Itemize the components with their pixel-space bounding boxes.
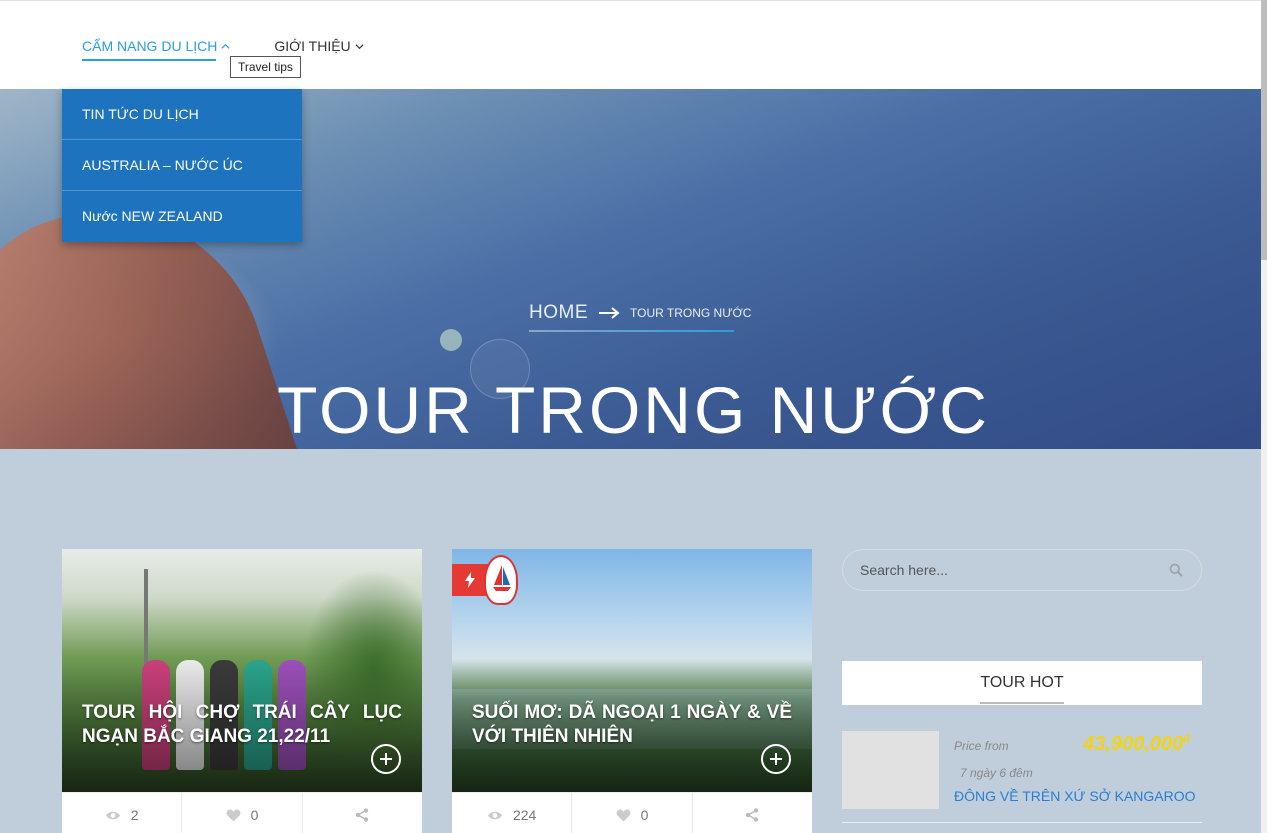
eye-icon	[487, 811, 502, 819]
scrollbar[interactable]	[1261, 0, 1267, 833]
tour-card-image[interactable]: TOUR HỘI CHỢ TRÁI CÂY LỤC NGẠN BẮC GIANG…	[62, 549, 422, 792]
hot-tour-name-link[interactable]: ĐÔNG VỀ TRÊN XỨ SỞ KANGAROO	[954, 788, 1196, 804]
tour-card-image[interactable]: SUỐI MƠ: DÃ NGOẠI 1 NGÀY & VỀ VỚI THIÊN …	[452, 549, 812, 792]
agency-logo	[484, 555, 518, 605]
sailboat-icon	[493, 565, 511, 591]
tour-card-stats: 224 0	[452, 792, 812, 833]
views-stat: 224	[452, 793, 573, 833]
site-header: CẨM NANG DU LỊCH GIỚI THIỆU Travel tips	[0, 0, 1267, 89]
tour-hot-widget-header: TOUR HOT	[842, 661, 1202, 705]
nav-item-label: GIỚI THIỆU	[274, 38, 351, 54]
nav-item-label: CẨM NANG DU LỊCH	[82, 38, 218, 54]
nav-tooltip: Travel tips	[230, 56, 301, 78]
price-amount: 43,900,000	[1083, 733, 1184, 755]
likes-count: 0	[250, 807, 259, 823]
nav-dropdown-menu: TIN TỨC DU LỊCH AUSTRALIA – NƯỚC ÚC Nước…	[62, 89, 302, 242]
dropdown-item-australia[interactable]: AUSTRALIA – NƯỚC ÚC	[62, 140, 302, 191]
likes-stat[interactable]: 0	[572, 793, 693, 833]
main-nav: CẨM NANG DU LỊCH GIỚI THIỆU	[82, 31, 364, 61]
breadcrumb: HOME TOUR TRONG NƯỚC	[529, 302, 751, 332]
plus-circle-icon[interactable]	[371, 744, 401, 774]
price-label: Price from	[954, 739, 1009, 753]
share-button[interactable]	[693, 793, 812, 833]
tour-hot-title: TOUR HOT	[980, 661, 1064, 705]
hot-tour-thumbnail[interactable]	[842, 731, 939, 809]
tour-card-title[interactable]: TOUR HỘI CHỢ TRÁI CÂY LỤC NGẠN BẮC GIANG…	[82, 701, 402, 749]
search-box	[842, 549, 1202, 591]
search-input[interactable]	[860, 550, 1160, 590]
search-icon[interactable]	[1169, 563, 1183, 577]
breadcrumb-current: TOUR TRONG NƯỚC	[630, 306, 752, 320]
nav-item-travel-guide[interactable]: CẨM NANG DU LỊCH	[82, 31, 230, 61]
currency-symbol: đ	[1183, 733, 1190, 746]
price-value: 43,900,000đ	[1083, 733, 1190, 756]
plus-circle-icon[interactable]	[761, 744, 791, 774]
heart-icon	[226, 809, 241, 821]
share-icon	[746, 808, 759, 822]
arrow-right-icon	[599, 307, 620, 319]
share-button[interactable]	[303, 793, 422, 833]
chevron-up-icon	[221, 43, 230, 49]
eye-icon	[105, 811, 120, 819]
tour-card-stats: 2 0	[62, 792, 422, 833]
tour-card[interactable]: SUỐI MƠ: DÃ NGOẠI 1 NGÀY & VỀ VỚI THIÊN …	[452, 549, 812, 833]
tour-duration: 7 ngày 6 đêm	[960, 766, 1033, 780]
heart-icon	[616, 809, 631, 821]
chevron-down-icon	[355, 43, 364, 49]
tour-card[interactable]: TOUR HỘI CHỢ TRÁI CÂY LỤC NGẠN BẮC GIANG…	[62, 549, 422, 833]
share-icon	[356, 808, 369, 822]
views-stat: 2	[62, 793, 183, 833]
likes-count: 0	[640, 807, 649, 823]
scrollbar-thumb[interactable]	[1261, 0, 1267, 260]
lightning-icon	[465, 572, 475, 588]
dropdown-item-new-zealand[interactable]: Nước NEW ZEALAND	[62, 191, 302, 242]
likes-stat[interactable]: 0	[182, 793, 303, 833]
dropdown-item-travel-news[interactable]: TIN TỨC DU LỊCH	[62, 89, 302, 140]
breadcrumb-home-link[interactable]: HOME	[529, 302, 588, 324]
hot-tour-item[interactable]: Price from 43,900,000đ 7 ngày 6 đêm ĐÔNG…	[842, 731, 1202, 823]
tour-card-title[interactable]: SUỐI MƠ: DÃ NGOẠI 1 NGÀY & VỀ VỚI THIÊN …	[472, 701, 792, 749]
views-count: 2	[130, 807, 139, 823]
page-title: TOUR TRONG NƯỚC	[277, 373, 990, 447]
views-count: 224	[512, 807, 537, 823]
lens-flare	[440, 329, 462, 351]
